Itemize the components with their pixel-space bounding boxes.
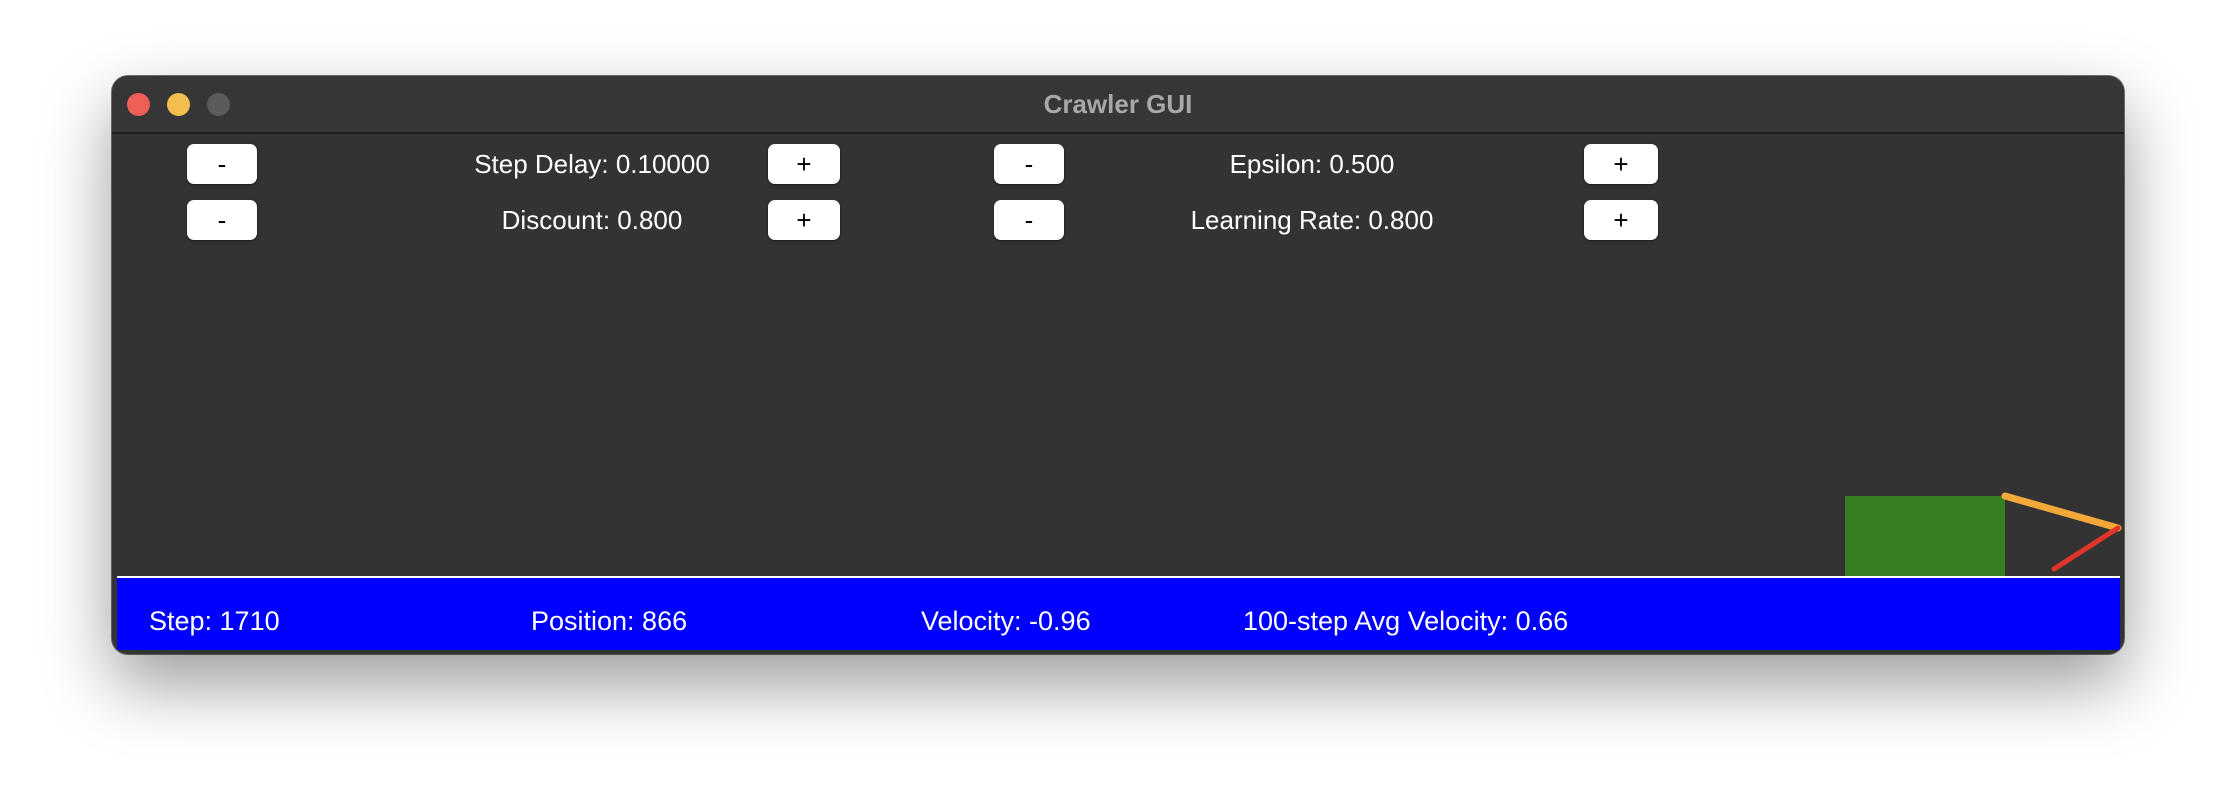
- velocity-readout: Velocity: -0.96: [921, 606, 1091, 636]
- step-readout: Step: 1710: [149, 606, 280, 636]
- crawler-arm: [2001, 492, 2122, 532]
- position-readout: Position: 866: [531, 606, 688, 636]
- crawler-arm-graphic: [2001, 492, 2122, 572]
- avg-velocity-readout: 100-step Avg Velocity: 0.66: [1243, 606, 1569, 636]
- crawler-window: Crawler GUI - Step Delay: 0.10000 + - Ep…: [112, 76, 2124, 654]
- crawler-hand: [2051, 525, 2121, 572]
- status-bar: Step: 1710 Position: 866 Velocity: -0.96…: [117, 578, 2120, 650]
